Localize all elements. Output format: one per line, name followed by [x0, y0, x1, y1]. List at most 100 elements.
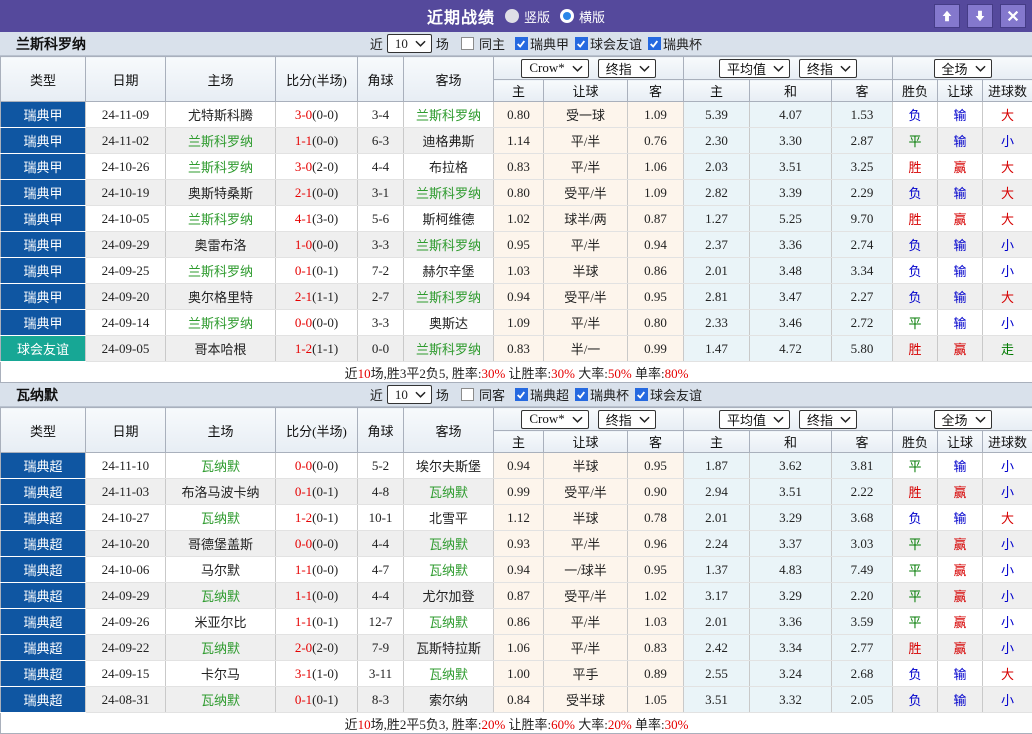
league-filter-checkbox[interactable] [515, 37, 528, 50]
radio-horizontal-layout[interactable]: 横版 [560, 7, 605, 26]
col-home: 主场 [166, 408, 276, 453]
check-icon [516, 390, 526, 400]
corner-cell: 4-4 [358, 531, 404, 557]
average-select[interactable]: 平均值 [719, 410, 790, 429]
handicap-away-odds-cell: 0.76 [628, 128, 684, 154]
col-date: 日期 [86, 57, 166, 102]
games-label: 场 [436, 385, 449, 404]
same-venue-checkbox[interactable] [461, 388, 474, 401]
win-draw-lose-cell: 负 [893, 284, 938, 310]
recent-count-select[interactable]: 10 [387, 385, 432, 404]
home-team-cell: 哥本哈根 [166, 336, 276, 362]
euro-away-odds-cell: 2.68 [832, 661, 893, 687]
win-draw-lose-cell: 负 [893, 661, 938, 687]
check-icon [516, 39, 526, 49]
score-cell: 2-1(0-0) [276, 180, 358, 206]
final-odds-select[interactable]: 终指 [799, 410, 857, 429]
away-team-cell: 瓦斯特拉斯 [404, 635, 494, 661]
corner-cell: 4-7 [358, 557, 404, 583]
chevron-down-icon [415, 391, 426, 398]
league-filter-checkbox[interactable] [575, 388, 588, 401]
col-euro-draw: 和 [750, 80, 832, 102]
scroll-up-button[interactable] [934, 4, 960, 28]
euro-away-odds-cell: 9.70 [832, 206, 893, 232]
final-odds-select[interactable]: 终指 [799, 59, 857, 78]
summary-text: 10 [358, 366, 371, 381]
away-team-cell: 奥斯达 [404, 310, 494, 336]
recent-count-select[interactable]: 10 [387, 34, 432, 53]
fullmatch-select[interactable]: 全场 [934, 410, 992, 429]
euro-away-odds-cell: 3.59 [832, 609, 893, 635]
euro-away-odds-cell: 2.77 [832, 635, 893, 661]
summary-text: 60% [551, 717, 575, 732]
home-team-cell: 兰斯科罗纳 [166, 128, 276, 154]
score-cell: 2-0(2-0) [276, 635, 358, 661]
same-venue-checkbox[interactable] [461, 37, 474, 50]
final-odds-select-value: 终指 [807, 59, 833, 78]
radio-horizontal-icon[interactable] [560, 9, 574, 23]
league-filter-checkbox[interactable] [515, 388, 528, 401]
league-filter-checkbox[interactable] [635, 388, 648, 401]
close-button[interactable] [1000, 4, 1026, 28]
corner-cell: 3-4 [358, 102, 404, 128]
corner-cell: 3-3 [358, 310, 404, 336]
euro-home-odds-cell: 1.47 [684, 336, 750, 362]
col-handicap-home: 主 [494, 80, 544, 102]
final-odds-select[interactable]: 终指 [598, 410, 656, 429]
match-type-cell: 瑞典超 [1, 531, 86, 557]
handicap-line-cell: 受半球 [544, 687, 628, 713]
league-filters: 瑞典甲球会友谊瑞典杯 [509, 34, 702, 53]
euro-draw-odds-cell: 3.32 [750, 687, 832, 713]
goals-result-cell: 大 [983, 102, 1032, 128]
euro-home-odds-cell: 2.24 [684, 531, 750, 557]
bookmaker-select[interactable]: Crow* [521, 59, 588, 78]
home-team-cell: 奥尔格里特 [166, 284, 276, 310]
goals-result-cell: 小 [983, 557, 1032, 583]
handicap-away-odds-cell: 0.78 [628, 505, 684, 531]
scroll-down-button[interactable] [967, 4, 993, 28]
match-date-cell: 24-08-31 [86, 687, 166, 713]
euro-draw-odds-cell: 3.29 [750, 505, 832, 531]
handicap-line-cell: 受平/半 [544, 479, 628, 505]
win-draw-lose-cell: 胜 [893, 479, 938, 505]
euro-draw-odds-cell: 3.30 [750, 128, 832, 154]
match-date-cell: 24-11-02 [86, 128, 166, 154]
goals-result-cell: 小 [983, 453, 1032, 479]
goals-result-cell: 小 [983, 531, 1032, 557]
home-team-cell: 米亚尔比 [166, 609, 276, 635]
match-date-cell: 24-10-20 [86, 531, 166, 557]
fullmatch-select[interactable]: 全场 [934, 59, 992, 78]
match-row: 瑞典超24-11-03布洛马波卡纳0-1(0-1)4-8瓦纳默0.99受平/半0… [1, 479, 1032, 505]
match-date-cell: 24-10-19 [86, 180, 166, 206]
handicap-home-odds-cell: 1.14 [494, 128, 544, 154]
handicap-result-cell: 赢 [938, 531, 983, 557]
handicap-home-odds-cell: 1.09 [494, 310, 544, 336]
match-row: 瑞典超24-10-20哥德堡盖斯0-0(0-0)4-4瓦纳默0.93平/半0.9… [1, 531, 1032, 557]
win-draw-lose-cell: 平 [893, 557, 938, 583]
match-row: 瑞典超24-10-27瓦纳默1-2(0-1)10-1北雪平1.12半球0.782… [1, 505, 1032, 531]
radio-vertical-icon[interactable] [505, 9, 519, 23]
match-row: 瑞典超24-11-10瓦纳默0-0(0-0)5-2埃尔夫斯堡0.94半球0.95… [1, 453, 1032, 479]
bookmaker-select[interactable]: Crow* [521, 410, 588, 429]
summary-text: 20% [608, 717, 632, 732]
radio-vertical-layout[interactable]: 竖版 [505, 7, 550, 26]
euro-home-odds-cell: 2.82 [684, 180, 750, 206]
handicap-home-odds-cell: 0.94 [494, 284, 544, 310]
league-filter-checkbox[interactable] [575, 37, 588, 50]
final-odds-select[interactable]: 终指 [598, 59, 656, 78]
euro-away-odds-cell: 2.05 [832, 687, 893, 713]
match-type-cell: 瑞典甲 [1, 206, 86, 232]
handicap-result-cell: 赢 [938, 609, 983, 635]
section-team-name: 兰斯科罗纳 [16, 34, 86, 54]
score-cell: 3-0(2-0) [276, 154, 358, 180]
col-handicap-line: 让球 [544, 80, 628, 102]
col-euro-draw: 和 [750, 431, 832, 453]
match-row: 瑞典甲24-11-02兰斯科罗纳1-1(0-0)6-3迪格弗斯1.14平/半0.… [1, 128, 1032, 154]
handicap-line-cell: 一/球半 [544, 557, 628, 583]
average-select[interactable]: 平均值 [719, 59, 790, 78]
summary-text: 大率: [575, 717, 608, 732]
league-filter-checkbox[interactable] [648, 37, 661, 50]
average-select-group: 平均值 终指 [684, 408, 893, 431]
handicap-result-cell: 赢 [938, 557, 983, 583]
match-date-cell: 24-09-25 [86, 258, 166, 284]
